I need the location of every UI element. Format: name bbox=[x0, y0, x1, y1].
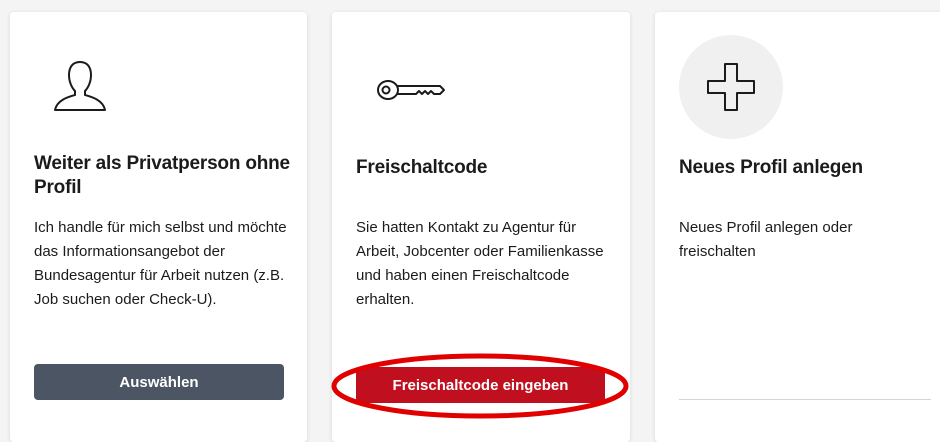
key-icon bbox=[376, 78, 446, 107]
card-title: Freischaltcode bbox=[356, 157, 488, 178]
person-icon bbox=[52, 58, 108, 119]
auswaehlen-button[interactable]: Auswählen bbox=[34, 364, 284, 400]
card-description: Neues Profil anlegen oder freischalten bbox=[679, 219, 853, 260]
card-description: Sie hatten Kontakt zu Agentur für Arbeit… bbox=[356, 219, 604, 308]
card-divider bbox=[679, 399, 931, 400]
card-privatperson: Weiter als Privatperson ohne Profil Ich … bbox=[10, 12, 307, 442]
freischaltcode-eingeben-button[interactable]: Freischaltcode eingeben bbox=[356, 367, 605, 403]
card-description: Ich handle für mich selbst und möchte da… bbox=[34, 219, 287, 308]
plus-icon bbox=[706, 62, 756, 117]
card-title: Neues Profil anlegen bbox=[679, 157, 863, 178]
plus-circle bbox=[679, 35, 783, 139]
card-neues-profil: Neues Profil anlegen Neues Profil anlege… bbox=[655, 12, 940, 442]
card-freischaltcode: Freischaltcode Sie hatten Kontakt zu Age… bbox=[332, 12, 630, 442]
card-title: Weiter als Privatperson ohne Profil bbox=[34, 153, 290, 198]
